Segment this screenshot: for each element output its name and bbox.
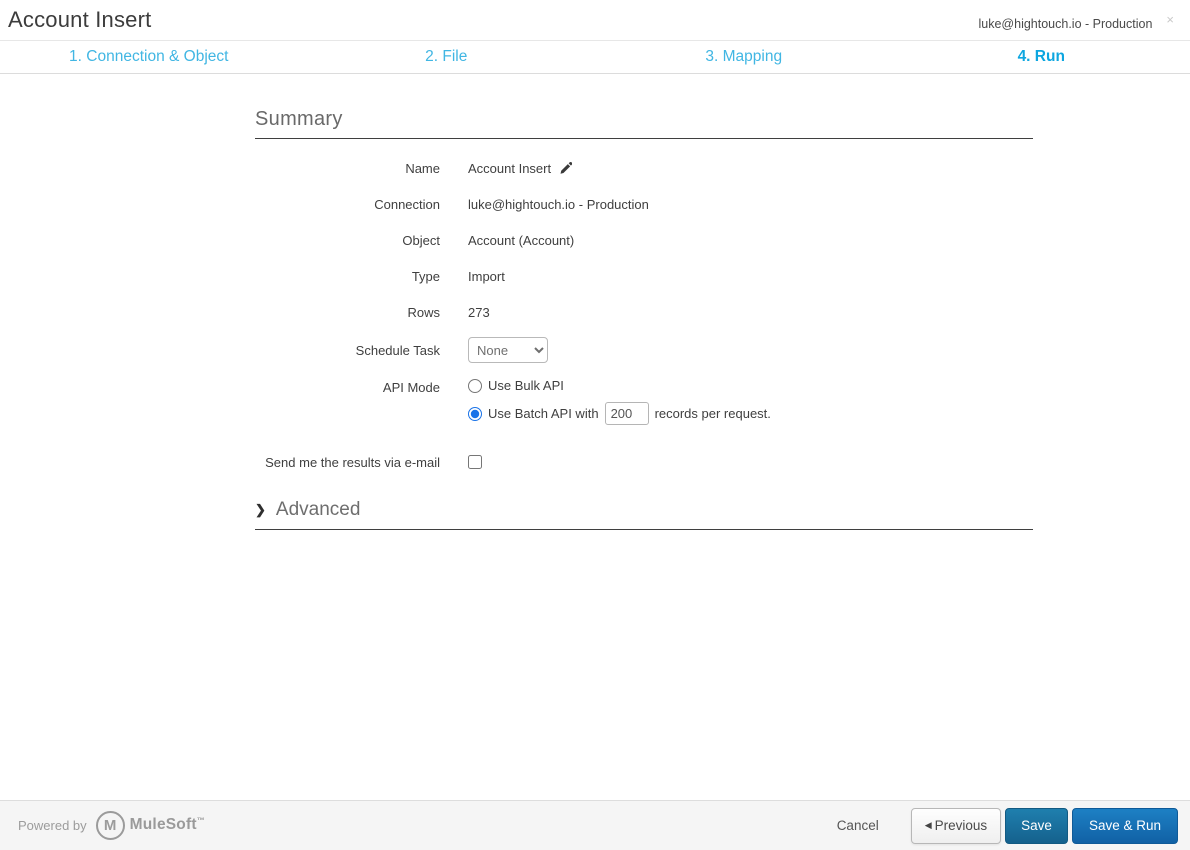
rows-value: 273 (468, 304, 490, 320)
api-mode-label: API Mode (382, 380, 440, 395)
close-icon[interactable]: × (1166, 9, 1180, 26)
connection-row: Connection luke@hightouch.io - Productio… (255, 193, 1033, 215)
summary-form: Name Account Insert Connection luke@high… (255, 157, 1033, 473)
batch-api-option[interactable]: Use Batch API with records per request. (468, 402, 771, 425)
wizard-steps: 1. Connection & Object 2. File 3. Mappin… (0, 41, 1190, 74)
mulesoft-brand-name: MuleSoft™ (129, 816, 205, 834)
type-row: Type Import (255, 265, 1033, 287)
tab-run[interactable]: 4. Run (893, 41, 1190, 73)
footer-bar: Powered by M MuleSoft™ Cancel ◀ Previous… (0, 800, 1190, 850)
save-and-run-button[interactable]: Save & Run (1071, 807, 1178, 844)
page-title: Account Insert (8, 7, 152, 32)
email-row: Send me the results via e-mail (255, 451, 1033, 473)
bulk-api-radio[interactable] (468, 378, 482, 393)
connection-label: luke@hightouch.io - Production (978, 17, 1153, 31)
rows-row: Rows 273 (255, 301, 1033, 323)
save-button[interactable]: Save (1005, 807, 1068, 844)
edit-pencil-icon[interactable] (559, 161, 573, 175)
schedule-label: Schedule Task (355, 342, 440, 358)
cancel-button[interactable]: Cancel (837, 818, 879, 833)
type-label: Type (411, 268, 440, 284)
schedule-row: Schedule Task None (255, 337, 1033, 363)
object-row: Object Account (Account) (255, 229, 1033, 251)
mulesoft-logo: M MuleSoft™ (95, 811, 205, 840)
connection-field-label: Connection (374, 196, 440, 212)
bulk-api-option[interactable]: Use Bulk API (468, 378, 771, 393)
batch-api-radio[interactable] (468, 406, 482, 421)
header: Account Insert luke@hightouch.io - Produ… (0, 0, 1190, 41)
name-value: Account Insert (468, 160, 552, 176)
previous-button[interactable]: ◀ Previous (910, 807, 1002, 844)
object-value: Account (Account) (468, 232, 575, 248)
email-label: Send me the results via e-mail (265, 454, 440, 470)
connection-value: luke@hightouch.io - Production (468, 196, 649, 212)
records-per-request-input[interactable] (604, 402, 649, 425)
type-value: Import (468, 268, 505, 284)
advanced-label: Advanced (275, 499, 361, 520)
summary-heading: Summary (255, 108, 1033, 139)
email-results-checkbox[interactable] (468, 455, 482, 469)
name-label: Name (405, 160, 440, 176)
batch-api-label-before: Use Batch API with (488, 406, 599, 421)
tab-file[interactable]: 2. File (298, 41, 596, 73)
tab-connection-object[interactable]: 1. Connection & Object (0, 41, 298, 73)
mulesoft-logo-icon: M (95, 811, 125, 840)
api-mode-row: API Mode Use Bulk API Use Batch API with… (255, 377, 1033, 425)
tab-mapping[interactable]: 3. Mapping (595, 41, 893, 73)
object-label: Object (402, 232, 440, 248)
rows-label: Rows (407, 304, 440, 320)
chevron-right-icon: ❯ (255, 502, 266, 517)
batch-api-label-after: records per request. (654, 406, 771, 421)
advanced-section-toggle[interactable]: ❯ Advanced (255, 499, 1033, 530)
schedule-select[interactable]: None (468, 337, 548, 363)
main-content: Summary Name Account Insert Connection l… (255, 108, 1033, 530)
bulk-api-label: Use Bulk API (488, 378, 564, 393)
left-arrow-icon: ◀ (924, 820, 932, 830)
name-row: Name Account Insert (255, 157, 1033, 179)
powered-by-label: Powered by (18, 818, 87, 833)
